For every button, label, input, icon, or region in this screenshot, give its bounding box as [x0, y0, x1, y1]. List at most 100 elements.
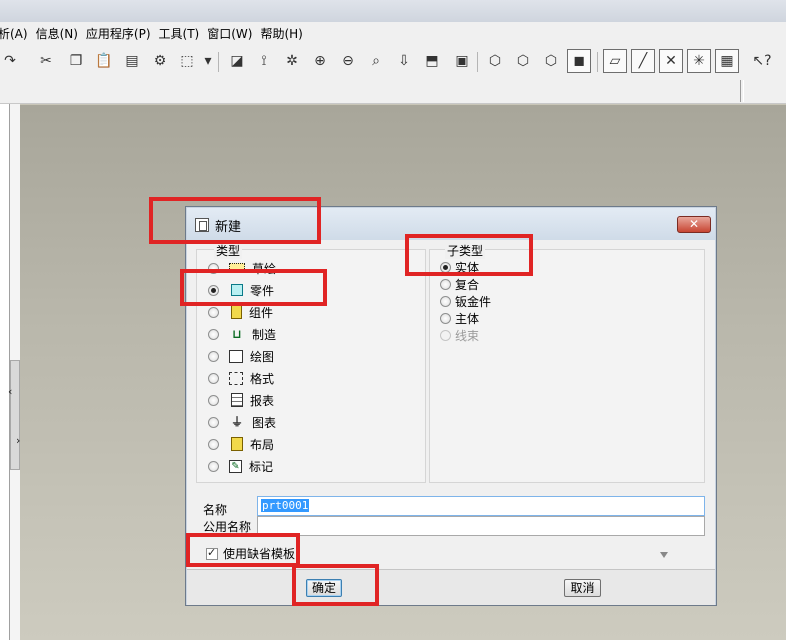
drawing-icon [229, 349, 243, 363]
repaint-icon[interactable]: ◪ [227, 51, 247, 71]
subtype-option-composite[interactable]: 复合 [440, 275, 479, 293]
type-option-report[interactable]: 报表 [208, 391, 274, 409]
menubar: 析(A) 信息(N) 应用程序(P) 工具(T) 窗口(W) 帮助(H) [0, 22, 786, 44]
menu-tools[interactable]: 工具(T) [159, 25, 208, 42]
subtype-option-harness: 线束 [440, 326, 479, 344]
help-whats-this-icon[interactable]: ↖? [752, 51, 772, 71]
manufacturing-icon: ⊔ [232, 327, 242, 341]
coordinate-system-icon[interactable]: ✳ [687, 49, 711, 73]
type-option-markup[interactable]: ✎ 标记 [208, 457, 273, 475]
wireframe-icon[interactable]: ⬡ [485, 51, 505, 71]
markup-icon: ✎ [229, 459, 242, 473]
ok-button[interactable]: 确定 [306, 579, 342, 597]
menu-help[interactable]: 帮助(H) [260, 25, 310, 42]
paste-icon[interactable]: 📋 [94, 51, 114, 71]
annotation-icon[interactable]: ▦ [715, 49, 739, 73]
subtype-label: 线束 [455, 328, 480, 343]
layers-icon[interactable]: ▣ [452, 51, 472, 71]
hidden-line-icon[interactable]: ⬡ [513, 51, 533, 71]
radio-diagram[interactable] [208, 416, 219, 428]
type-group-label: 类型 [214, 242, 243, 259]
type-label: 报表 [250, 393, 275, 408]
dialog-title: 新建 [215, 220, 242, 235]
type-option-manufacturing[interactable]: ⊔ 制造 [208, 325, 276, 343]
radio-solid[interactable] [440, 261, 451, 273]
copy-icon[interactable]: ❐ [66, 51, 86, 71]
dialog-button-bar: 确定 取消 [187, 569, 715, 605]
type-option-layout[interactable]: 布局 [208, 435, 274, 453]
subtype-option-sheetmetal[interactable]: 钣金件 [440, 292, 491, 310]
named-views-icon[interactable]: ⬒ [422, 51, 442, 71]
menu-analysis[interactable]: 析(A) [0, 25, 36, 42]
radio-report[interactable] [208, 394, 219, 406]
toolbar-separator [218, 52, 219, 72]
type-option-part[interactable]: 零件 [208, 281, 274, 299]
type-option-drawing[interactable]: 绘图 [208, 347, 274, 365]
toolbar-separator [477, 52, 478, 72]
chevron-down-icon[interactable]: ▾ [198, 51, 218, 71]
type-label: 格式 [250, 371, 275, 386]
name-field[interactable]: prt0001 [257, 496, 705, 516]
subtype-label: 实体 [455, 260, 480, 275]
no-hidden-icon[interactable]: ⬡ [541, 51, 561, 71]
dialog-titlebar[interactable]: 新建 ✕ [187, 208, 715, 240]
panel-collapse-tab[interactable] [10, 360, 20, 470]
subtype-label: 复合 [455, 277, 480, 292]
orient-icon[interactable]: ✲ [282, 51, 302, 71]
menu-applications[interactable]: 应用程序(P) [86, 25, 159, 42]
radio-manufacturing[interactable] [208, 328, 219, 340]
cut-icon[interactable]: ✂ [36, 51, 56, 71]
toolbar-separator [597, 52, 598, 72]
type-option-sketch[interactable]: 草绘 [208, 259, 276, 277]
view-manager-icon[interactable]: ⇩ [394, 51, 414, 71]
refit-icon[interactable]: ⌕ [366, 51, 386, 71]
radio-sketch[interactable] [208, 262, 219, 274]
type-option-diagram[interactable]: ⏚ 图表 [208, 413, 276, 431]
radio-format[interactable] [208, 372, 219, 384]
paste-special-icon[interactable]: ▤ [122, 51, 142, 71]
cancel-button[interactable]: 取消 [564, 579, 601, 597]
radio-assembly[interactable] [208, 306, 219, 318]
model-tree-area[interactable] [0, 104, 10, 640]
menu-info[interactable]: 信息(N) [36, 25, 86, 42]
type-label: 组件 [249, 305, 274, 320]
shading-icon[interactable]: ◼ [567, 49, 591, 73]
expand-arrow-icon[interactable] [660, 552, 668, 560]
zoom-in-icon[interactable]: ⊕ [310, 51, 330, 71]
radio-markup[interactable] [208, 460, 219, 472]
radio-layout[interactable] [208, 438, 219, 450]
datum-plane-icon[interactable]: ▱ [603, 49, 627, 73]
radio-part[interactable] [208, 284, 219, 296]
name-value: prt0001 [261, 499, 310, 512]
close-button[interactable]: ✕ [677, 216, 711, 233]
subtype-group-label: 子类型 [445, 242, 486, 259]
redo-icon[interactable]: ↷ [0, 51, 20, 71]
type-label: 草绘 [252, 261, 277, 276]
zoom-out-icon[interactable]: ⊖ [338, 51, 358, 71]
radio-sheetmetal[interactable] [440, 295, 451, 307]
radio-drawing[interactable] [208, 350, 219, 362]
regenerate-icon[interactable]: ⚙ [150, 51, 170, 71]
datum-point-icon[interactable]: ✕ [659, 49, 683, 73]
type-label: 图表 [252, 415, 277, 430]
radio-bulk[interactable] [440, 312, 451, 324]
subtype-option-solid[interactable]: 实体 [440, 258, 479, 276]
subtype-option-bulk[interactable]: 主体 [440, 309, 479, 327]
common-name-field[interactable] [257, 516, 705, 536]
chevron-left-icon[interactable]: ‹ [8, 385, 12, 398]
use-default-template-row[interactable]: 使用缺省模板 [206, 545, 295, 562]
secondary-toolbar [0, 78, 786, 104]
menu-window[interactable]: 窗口(W) [207, 25, 260, 42]
part-icon [231, 284, 243, 296]
select-box-icon[interactable]: ⬚ [177, 51, 197, 71]
toolbar-splitter[interactable] [740, 80, 744, 102]
radio-composite[interactable] [440, 278, 451, 290]
type-option-assembly[interactable]: 组件 [208, 303, 273, 321]
new-file-dialog: 新建 ✕ 类型 草绘 零件 组件 ⊔ 制造 绘图 格式 报表 ⏚ 图表 布局 ✎… [185, 206, 717, 606]
datum-axis-icon[interactable]: ╱ [631, 49, 655, 73]
type-option-format[interactable]: 格式 [208, 369, 274, 387]
dialog-app-icon [195, 218, 209, 232]
radio-harness [440, 329, 451, 341]
spin-center-icon[interactable]: ⟟ [254, 51, 274, 71]
use-default-template-checkbox[interactable] [206, 546, 218, 560]
